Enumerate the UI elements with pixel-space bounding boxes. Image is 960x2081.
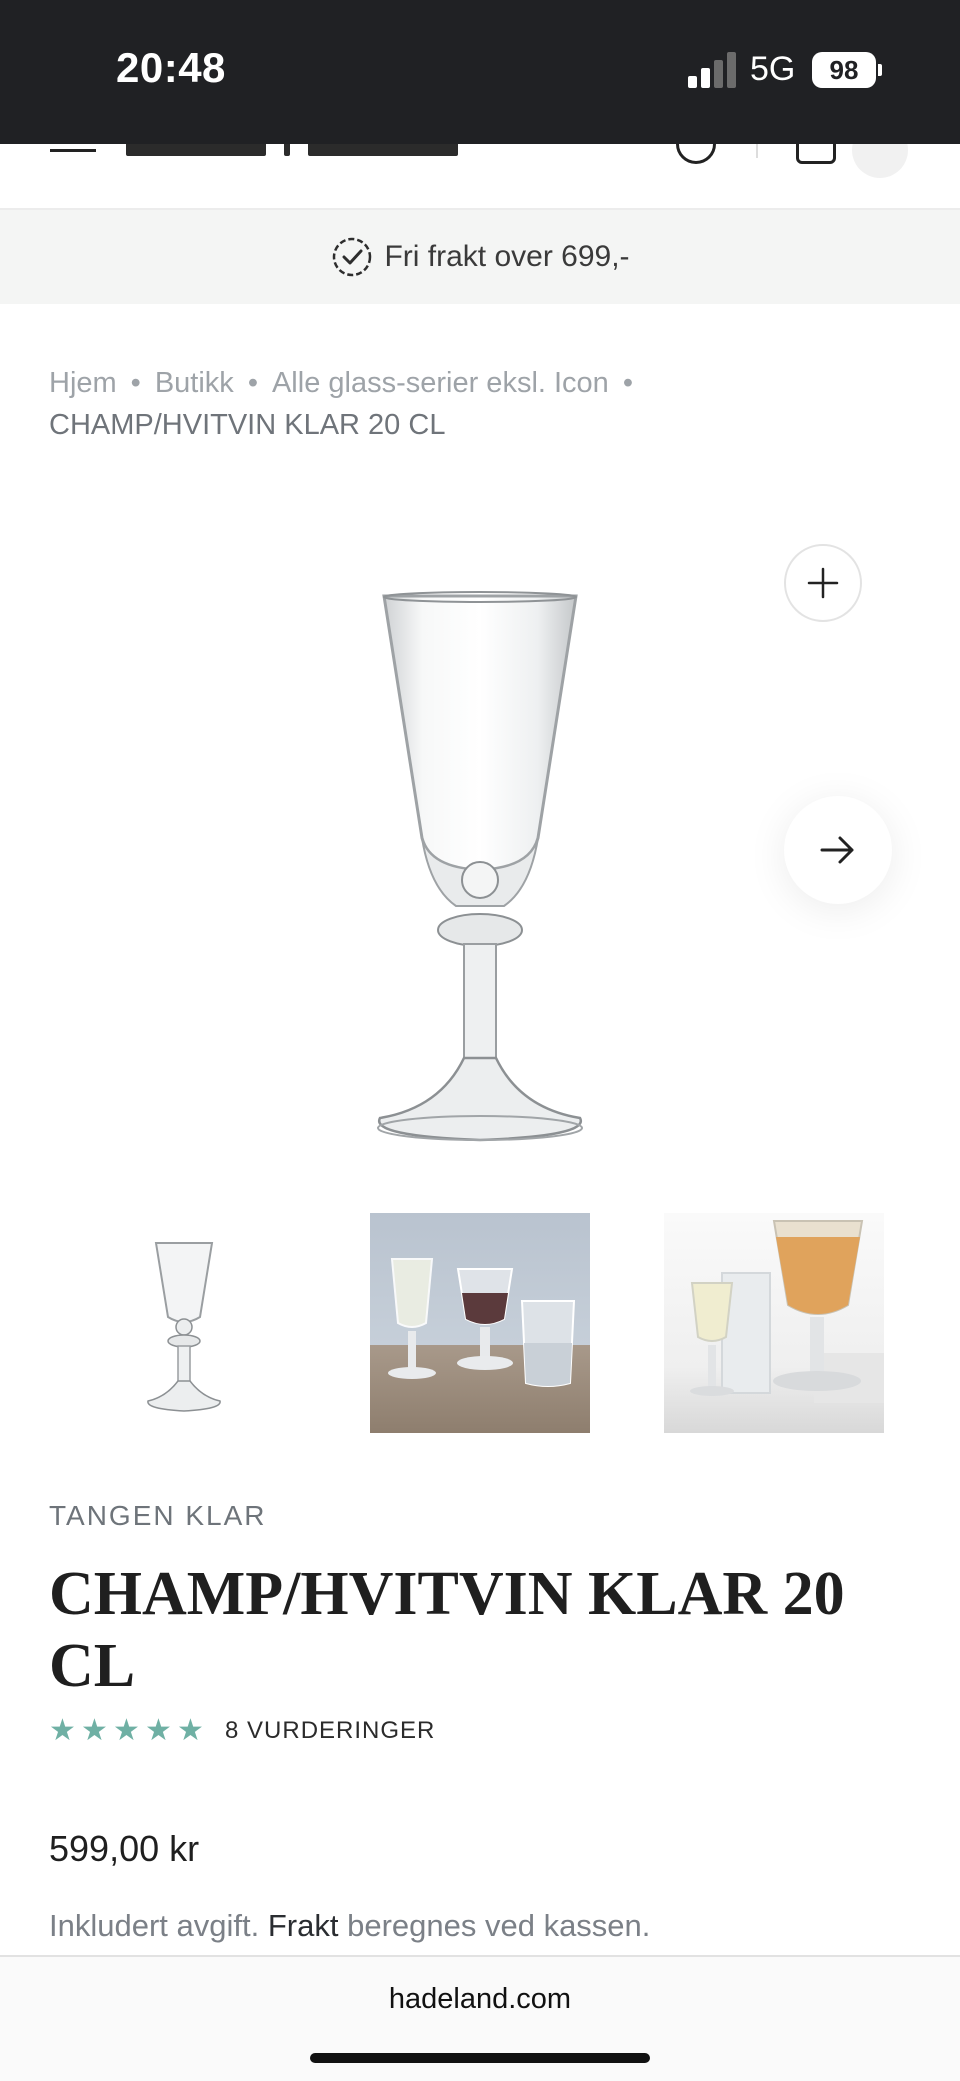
thumbnail-2[interactable] bbox=[370, 1213, 590, 1433]
signal-icon bbox=[688, 52, 736, 88]
star-icon: ★ bbox=[145, 1714, 172, 1747]
product-vendor[interactable]: TANGEN KLAR bbox=[49, 1500, 267, 1532]
header-divider bbox=[756, 144, 758, 158]
star-icon: ★ bbox=[113, 1714, 140, 1747]
thumbnail-3[interactable] bbox=[664, 1213, 884, 1433]
thumbnail-glasses-table-image bbox=[388, 1258, 576, 1387]
star-icon: ★ bbox=[81, 1714, 108, 1747]
breadcrumb-current: CHAMP/HVITVIN KLAR 20 CL bbox=[49, 409, 446, 441]
menu-icon[interactable] bbox=[50, 144, 96, 154]
breadcrumb: Hjem • Butikk • Alle glass-serier eksl. Icon… bbox=[49, 362, 909, 446]
next-image-button[interactable] bbox=[784, 796, 892, 904]
tax-prefix: Inkludert avgift. bbox=[49, 1908, 260, 1943]
site-logo[interactable] bbox=[126, 144, 458, 156]
promo-bar: Fri frakt over 699,- bbox=[0, 210, 960, 304]
plus-icon bbox=[807, 567, 839, 599]
zoom-button[interactable] bbox=[784, 544, 862, 622]
cart-count-badge bbox=[852, 144, 908, 178]
star-icon: ★ bbox=[49, 1714, 76, 1747]
url-display[interactable]: hadeland.com bbox=[0, 1983, 960, 2016]
product-price: 599,00 kr bbox=[49, 1828, 200, 1869]
breadcrumb-separator: • bbox=[247, 367, 258, 399]
breadcrumb-shop[interactable]: Butikk bbox=[155, 367, 234, 399]
home-indicator[interactable] bbox=[310, 2053, 650, 2063]
arrow-right-icon bbox=[820, 836, 854, 864]
product-title: CHAMP/HVITVIN KLAR 20 CL bbox=[49, 1560, 845, 1700]
check-badge-icon bbox=[333, 237, 372, 277]
rating-stars: ★ ★ ★ ★ ★ bbox=[49, 1714, 205, 1747]
browser-address-bar: hadeland.com bbox=[0, 1955, 960, 2081]
tax-note: Inkludert avgift. Frakt beregnes ved kas… bbox=[49, 1908, 650, 1944]
site-header bbox=[0, 144, 960, 210]
tax-suffix: beregnes ved kassen. bbox=[347, 1908, 651, 1943]
thumbnail-1[interactable] bbox=[74, 1213, 294, 1433]
status-time: 20:48 bbox=[116, 44, 226, 91]
breadcrumb-collection[interactable]: Alle glass-serier eksl. Icon bbox=[272, 367, 609, 399]
star-icon: ★ bbox=[177, 1714, 204, 1747]
cart-icon[interactable] bbox=[796, 144, 836, 164]
shipping-link[interactable]: Frakt bbox=[268, 1908, 339, 1943]
thumbnail-glass-image bbox=[147, 1242, 221, 1412]
search-icon[interactable] bbox=[676, 144, 716, 164]
battery-tip bbox=[878, 64, 882, 76]
breadcrumb-separator: • bbox=[130, 367, 141, 399]
breadcrumb-separator: • bbox=[622, 367, 633, 399]
battery-icon: 98 bbox=[812, 52, 876, 88]
thumbnail-strip bbox=[74, 1213, 884, 1433]
promo-text: Fri frakt over 699,- bbox=[384, 240, 630, 273]
thumbnail-beer-glass-image bbox=[690, 1220, 884, 1403]
product-rating[interactable]: ★ ★ ★ ★ ★ 8 VURDERINGER bbox=[49, 1714, 435, 1748]
breadcrumb-home[interactable]: Hjem bbox=[49, 367, 117, 399]
product-gallery bbox=[0, 500, 960, 1180]
product-image-main[interactable] bbox=[360, 588, 600, 1148]
status-bar: 20:48 5G 98 bbox=[0, 0, 960, 144]
network-type: 5G bbox=[750, 50, 796, 88]
rating-count[interactable]: 8 VURDERINGER bbox=[225, 1717, 435, 1745]
